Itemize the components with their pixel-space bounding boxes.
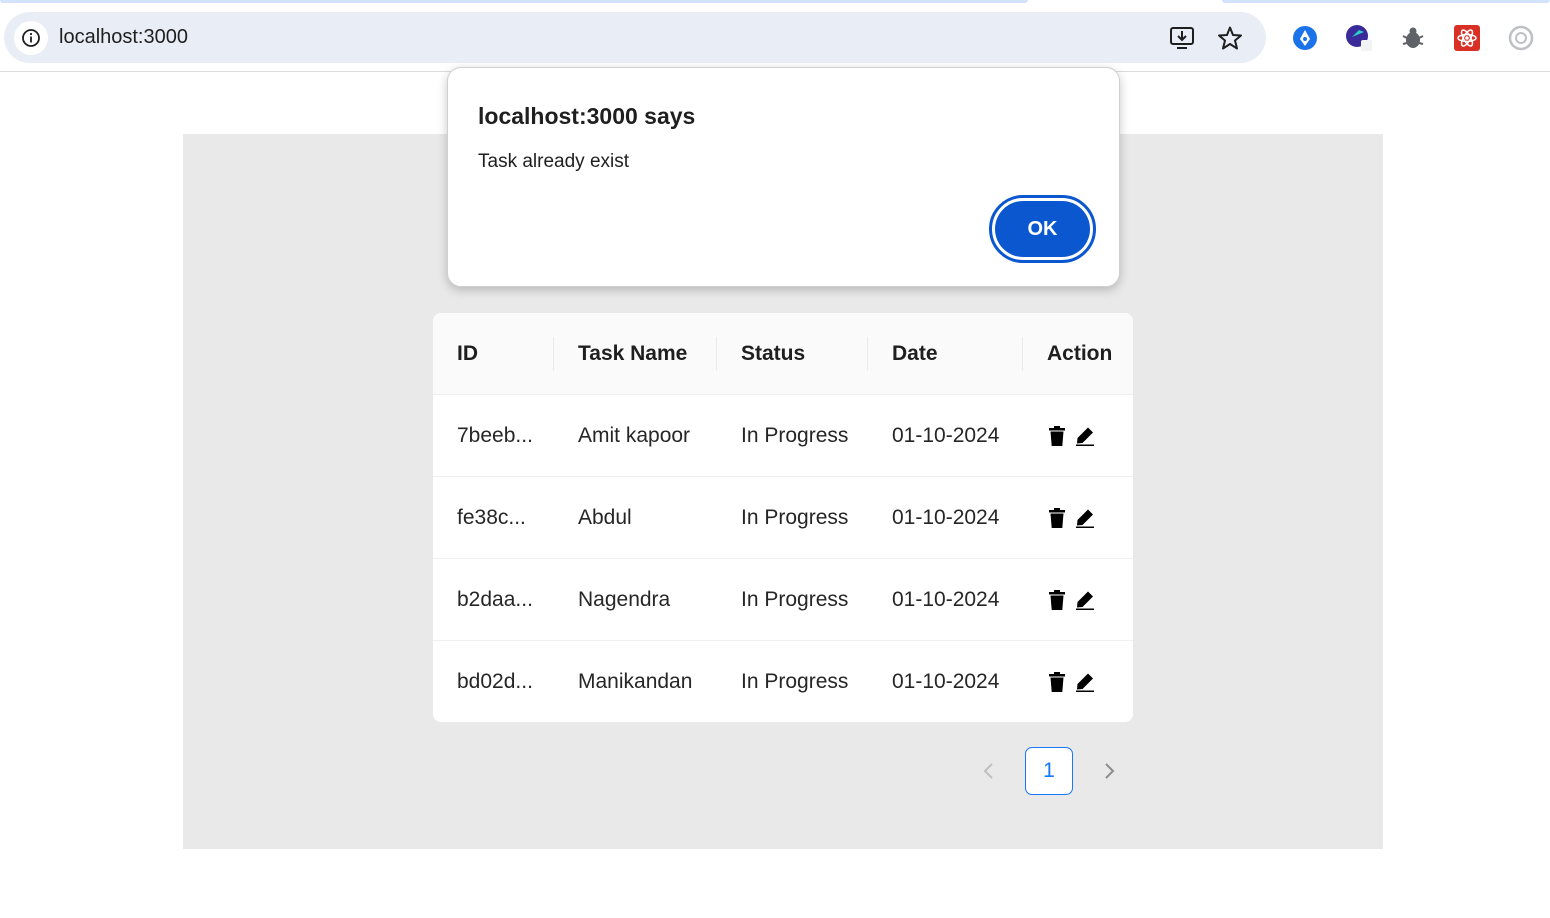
alert-dialog: localhost:3000 says Task already exist O… xyxy=(447,67,1120,287)
extension-bug-icon[interactable] xyxy=(1398,23,1428,53)
trash-icon[interactable] xyxy=(1047,671,1067,693)
cell-task-name: Amit kapoor xyxy=(578,424,691,447)
ok-button-label[interactable]: OK xyxy=(995,201,1090,257)
ok-button[interactable]: OK xyxy=(989,195,1096,263)
active-tab-edge xyxy=(0,0,1028,3)
trash-icon[interactable] xyxy=(1047,425,1067,447)
extension-pen-icon[interactable] xyxy=(1290,23,1320,53)
cell-task-name: Abdul xyxy=(578,506,632,529)
edit-icon[interactable] xyxy=(1075,671,1095,693)
row-actions xyxy=(1047,671,1095,693)
row-actions xyxy=(1047,425,1095,447)
install-app-icon[interactable] xyxy=(1168,24,1196,52)
site-info-icon[interactable] xyxy=(14,21,48,55)
row-actions xyxy=(1047,507,1095,529)
page-1-button[interactable]: 1 xyxy=(1025,747,1073,795)
edit-icon[interactable] xyxy=(1075,589,1095,611)
next-page-icon[interactable] xyxy=(1094,747,1124,795)
dialog-title: localhost:3000 says xyxy=(478,103,696,129)
table-header: ID Task Name Status Date Action xyxy=(433,313,1133,395)
column-divider xyxy=(553,337,554,371)
address-bar[interactable]: localhost:3000 xyxy=(4,12,1266,63)
browser-toolbar: localhost:3000 xyxy=(0,4,1550,72)
edit-icon[interactable] xyxy=(1075,425,1095,447)
cell-date: 01-10-2024 xyxy=(892,588,1000,611)
column-header-id: ID xyxy=(457,342,478,365)
cell-id: b2daa... xyxy=(457,588,533,611)
prev-page-icon[interactable] xyxy=(974,747,1004,795)
cell-status: In Progress xyxy=(741,588,849,611)
column-header-date: Date xyxy=(892,342,938,365)
cell-task-name: Nagendra xyxy=(578,588,671,611)
extension-circle-icon[interactable] xyxy=(1506,23,1536,53)
table-row: fe38c... Abdul In Progress 01-10-2024 xyxy=(433,477,1133,559)
cell-id: bd02d... xyxy=(457,670,533,693)
trash-icon[interactable] xyxy=(1047,589,1067,611)
edit-icon[interactable] xyxy=(1075,507,1095,529)
url-text[interactable]: localhost:3000 xyxy=(59,26,188,49)
column-header-status: Status xyxy=(741,342,806,365)
cell-status: In Progress xyxy=(741,670,849,693)
task-table: ID Task Name Status Date Action 7beeb...… xyxy=(433,313,1133,722)
cell-date: 01-10-2024 xyxy=(892,670,1000,693)
cell-task-name: Manikandan xyxy=(578,670,693,693)
table-row: bd02d... Manikandan In Progress 01-10-20… xyxy=(433,641,1133,722)
cell-status: In Progress xyxy=(741,506,849,529)
cell-date: 01-10-2024 xyxy=(892,424,1000,447)
bookmark-star-icon[interactable] xyxy=(1216,24,1244,52)
column-divider xyxy=(867,337,868,371)
table-row: 7beeb... Amit kapoor In Progress 01-10-2… xyxy=(433,395,1133,477)
column-header-action: Action xyxy=(1047,342,1113,365)
row-actions xyxy=(1047,589,1095,611)
cell-status: In Progress xyxy=(741,424,849,447)
inactive-tab-edge xyxy=(1222,0,1550,3)
extension-color-picker-icon[interactable] xyxy=(1344,23,1374,53)
column-divider xyxy=(716,337,717,371)
table-row: b2daa... Nagendra In Progress 01-10-2024 xyxy=(433,559,1133,641)
column-header-task-name: Task Name xyxy=(578,342,688,365)
column-divider xyxy=(1022,337,1023,371)
extension-react-icon[interactable] xyxy=(1452,23,1482,53)
cell-id: 7beeb... xyxy=(457,424,533,447)
cell-date: 01-10-2024 xyxy=(892,506,1000,529)
dialog-message: Task already exist xyxy=(478,151,630,172)
cell-id: fe38c... xyxy=(457,506,526,529)
trash-icon[interactable] xyxy=(1047,507,1067,529)
